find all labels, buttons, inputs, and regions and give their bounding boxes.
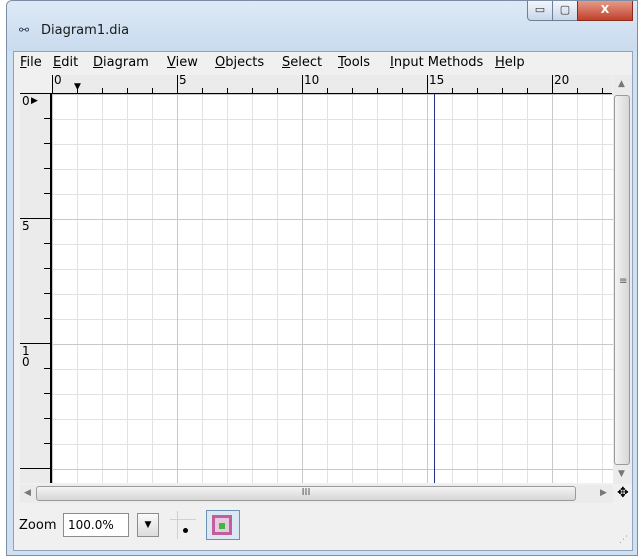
menu-tools[interactable]: Tools: [338, 55, 370, 70]
zoom-input[interactable]: [63, 513, 129, 537]
chevron-down-icon: ▼: [144, 520, 152, 530]
minimize-button[interactable]: ▭: [527, 1, 553, 21]
diagram-canvas[interactable]: [52, 94, 613, 483]
snap-point-icon: [183, 528, 188, 533]
ruler-tick: [44, 168, 50, 169]
grip-icon: ≡: [619, 276, 628, 287]
ruler-tick: [177, 75, 178, 93]
ruler-tick: [102, 88, 103, 93]
vertical-scroll-thumb[interactable]: ≡: [614, 95, 630, 465]
ruler-tick: [44, 243, 50, 244]
resize-grip-icon[interactable]: ⋰: [619, 535, 628, 545]
vertical-ruler[interactable]: 0 5 10 ▶: [20, 93, 52, 483]
ruler-label: 10: [22, 344, 30, 369]
menu-edit[interactable]: Edit: [53, 55, 78, 70]
ruler-tick: [20, 218, 50, 219]
ruler-tick: [44, 293, 50, 294]
horizontal-scroll-thumb[interactable]: III: [36, 486, 576, 501]
zoom-label: Zoom: [19, 518, 57, 533]
ruler-tick: [44, 418, 50, 419]
ruler-tick: [20, 343, 50, 344]
menu-help[interactable]: Help: [495, 55, 525, 70]
ruler-label: 0: [54, 73, 62, 87]
ruler-tick: [577, 88, 578, 93]
menu-diagram[interactable]: Diagram: [93, 55, 149, 70]
scroll-right-icon[interactable]: ▶: [600, 488, 607, 498]
horizontal-ruler[interactable]: 0 5 10 15 20 ▼: [52, 73, 612, 94]
status-bar: Zoom ▼ ⋰: [14, 507, 632, 547]
ruler-tick: [527, 88, 528, 93]
menu-select[interactable]: Select: [282, 55, 322, 70]
ruler-tick: [44, 193, 50, 194]
ruler-label: 15: [429, 73, 445, 87]
ruler-tick: [44, 143, 50, 144]
ruler-tick: [20, 93, 50, 94]
menu-file[interactable]: File: [20, 55, 42, 70]
grid-icon: [170, 519, 196, 520]
scroll-down-icon[interactable]: ▼: [618, 469, 625, 479]
ruler-tick: [44, 318, 50, 319]
ruler-tick: [427, 75, 428, 93]
ruler-label: 5: [179, 73, 187, 87]
grid-icon: [177, 511, 178, 539]
ruler-tick: [127, 88, 128, 93]
application-window: ⚯ Diagram1.dia ▭ ▢ X File Edit Diagram V…: [6, 0, 638, 556]
ruler-tick: [44, 118, 50, 119]
ruler-tick: [402, 88, 403, 93]
ruler-tick: [302, 75, 303, 93]
ruler-tick: [502, 88, 503, 93]
snap-to-grid-toggle[interactable]: [168, 511, 198, 539]
ruler-tick: [552, 75, 553, 93]
vertical-guide-line[interactable]: [434, 94, 435, 483]
ruler-tick: [227, 88, 228, 93]
window-title: Diagram1.dia: [41, 23, 130, 38]
scroll-left-icon[interactable]: ◀: [24, 488, 31, 498]
ruler-tick: [202, 88, 203, 93]
ruler-tick: [44, 268, 50, 269]
ruler-label: 5: [22, 219, 30, 233]
ruler-tick: [20, 468, 50, 469]
ruler-tick: [152, 88, 153, 93]
ruler-tick: [327, 88, 328, 93]
diagram-app-icon[interactable]: ⚯: [19, 23, 35, 37]
menu-bar: File Edit Diagram View Objects Select To…: [14, 52, 632, 74]
menu-input-methods[interactable]: Input Methods: [390, 55, 483, 70]
ruler-tick: [477, 88, 478, 93]
ruler-tick: [377, 88, 378, 93]
ruler-label: 20: [554, 73, 570, 87]
maximize-button[interactable]: ▢: [552, 1, 578, 21]
ruler-tick: [44, 368, 50, 369]
menu-view[interactable]: View: [167, 55, 198, 70]
scroll-up-icon[interactable]: ▲: [618, 79, 625, 89]
title-bar: ⚯ Diagram1.dia ▭ ▢ X: [7, 1, 637, 51]
ruler-label: 10: [304, 73, 320, 87]
grip-icon: III: [301, 487, 311, 498]
horizontal-scrollbar[interactable]: ◀ III ▶: [20, 485, 613, 503]
close-icon: X: [600, 3, 610, 16]
ruler-tick: [44, 443, 50, 444]
vertical-scrollbar[interactable]: ▲ ≡ ▼: [613, 75, 632, 484]
ruler-tick: [44, 393, 50, 394]
zoom-dropdown-button[interactable]: ▼: [137, 513, 159, 537]
ruler-cursor-marker-icon: ▶: [31, 96, 38, 106]
close-button[interactable]: X: [577, 1, 633, 21]
maximize-icon: ▢: [559, 3, 571, 16]
navigate-icon[interactable]: ✥: [617, 485, 629, 501]
ruler-tick: [352, 88, 353, 93]
ruler-tick: [77, 88, 78, 93]
ruler-label: 0: [22, 94, 30, 108]
ruler-tick: [252, 88, 253, 93]
ruler-tick: [52, 75, 53, 93]
ruler-tick: [602, 88, 603, 93]
minimize-icon: ▭: [534, 3, 546, 16]
menu-objects[interactable]: Objects: [215, 55, 264, 70]
ruler-tick: [277, 88, 278, 93]
object-snap-point-icon: [219, 523, 225, 529]
object-snapping-toggle[interactable]: [206, 510, 240, 540]
ruler-tick: [452, 88, 453, 93]
diagram-client-area: File Edit Diagram View Objects Select To…: [13, 51, 633, 551]
